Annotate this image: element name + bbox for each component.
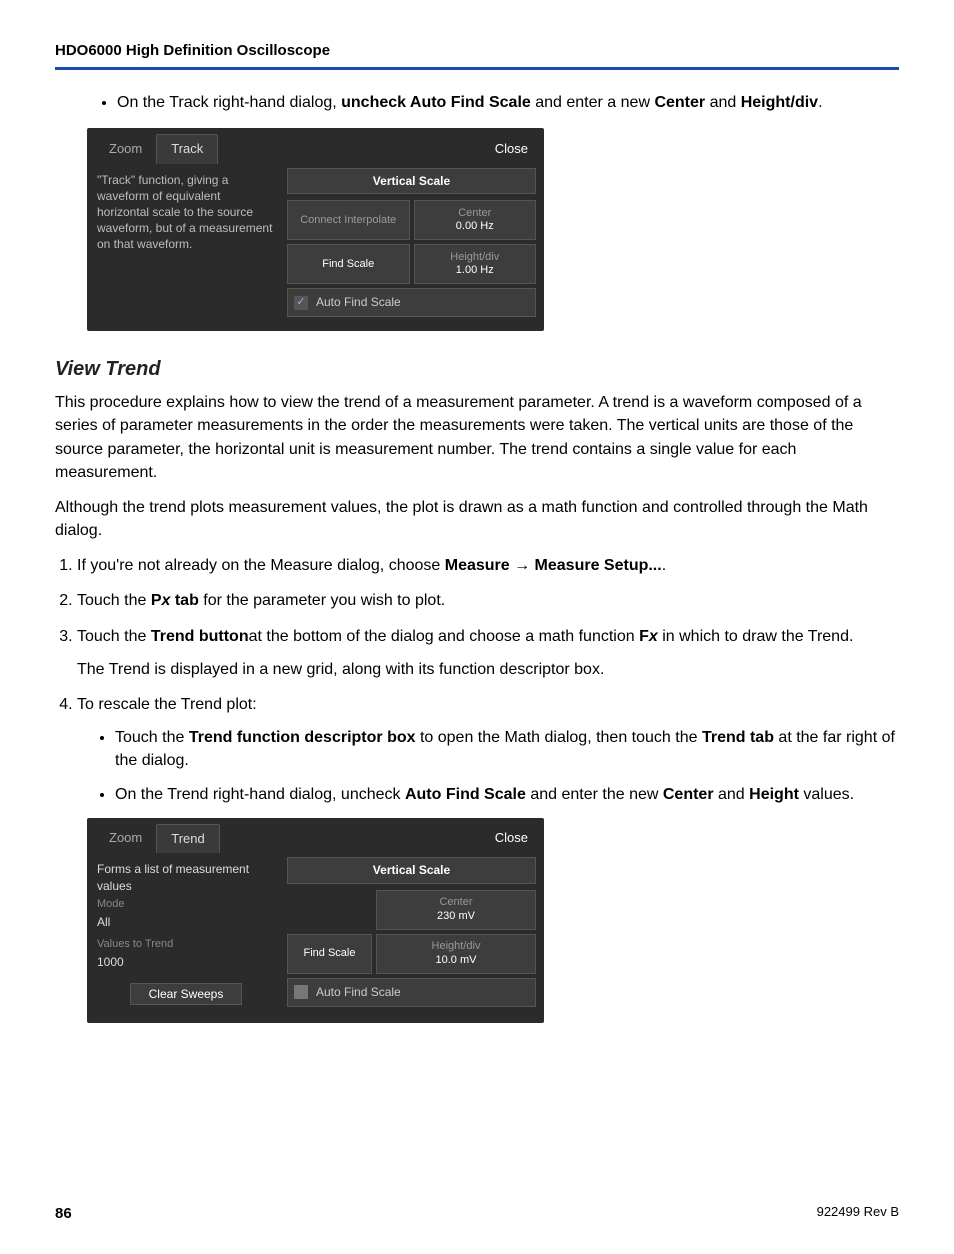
vertical-scale-header: Vertical Scale [287,857,536,884]
text: and [705,94,741,111]
step-4-bullets: Touch the Trend function descriptor box … [77,726,899,806]
step-4-bullet-1: Touch the Trend function descriptor box … [115,726,899,772]
text: If you're not already on the Measure dia… [77,557,445,574]
check-icon: ✓ [294,296,308,310]
text: . [662,557,666,574]
connect-interpolate-button[interactable]: Connect Interpolate [287,200,410,240]
text: and enter the new [526,786,663,803]
dialog-right-panel: Vertical Scale Find Scale Center 230 mV … [283,853,544,1013]
bold-text: P [151,592,162,609]
field-value: 1.00 Hz [417,264,534,278]
bold-text: Measure [445,557,510,574]
field-label: Height/div [379,940,533,954]
values-to-trend-value[interactable]: 1000 [97,954,275,971]
tab-track[interactable]: Track [156,134,218,163]
text: Touch the [115,729,189,746]
page-header-title: HDO6000 High Definition Oscilloscope [55,40,899,61]
track-dialog: Zoom Track Close "Track" function, givin… [87,128,544,331]
values-to-trend-label: Values to Trend [97,937,275,952]
text: Touch the [77,628,151,645]
bold-text: Height/div [741,94,818,111]
paragraph: Although the trend plots measurement val… [55,496,899,542]
step-4-bullet-2: On the Trend right-hand dialog, uncheck … [115,783,899,806]
text: at the bottom of the dialog and choose a… [249,628,639,645]
mode-value[interactable]: All [97,914,275,931]
paragraph: This procedure explains how to view the … [55,391,899,484]
step-1: If you're not already on the Measure dia… [77,554,899,577]
step-3-sub: The Trend is displayed in a new grid, al… [77,658,899,681]
tab-zoom[interactable]: Zoom [95,824,156,852]
bold-text: tab [170,592,198,609]
bold-text: Auto Find Scale [405,786,526,803]
text: and [714,786,750,803]
close-button[interactable]: Close [487,136,536,162]
bold-text: Trend tab [702,729,774,746]
dialog-description: Forms a list of measurement values [97,861,275,895]
text: in which to draw the Trend. [658,628,854,645]
step-3: Touch the Trend buttonat the bottom of t… [77,625,899,681]
arrow-icon: → [510,557,535,574]
find-scale-button[interactable]: Find Scale [287,934,372,974]
field-label: Center [417,207,534,221]
field-value: 0.00 Hz [417,220,534,234]
bold-italic-text: x [649,628,658,645]
page-footer: 86 922499 Rev B [55,1203,899,1224]
text: . [818,94,822,111]
doc-revision: 922499 Rev B [817,1203,899,1224]
bold-text: Height [749,786,799,803]
text: for the parameter you wish to plot. [199,592,445,609]
field-label: Height/div [417,251,534,265]
intro-bullet-list: On the Track right-hand dialog, uncheck … [55,92,899,114]
center-field[interactable]: Center 0.00 Hz [414,200,537,240]
mode-label: Mode [97,897,275,912]
step-2: Touch the Px tab for the parameter you w… [77,589,899,612]
check-icon [294,985,308,999]
intro-bullet: On the Track right-hand dialog, uncheck … [117,92,899,114]
checkbox-label: Auto Find Scale [316,294,401,311]
dialog-tabs: Zoom Track Close [87,128,544,163]
step-4: To rescale the Trend plot: Touch the Tre… [77,693,899,806]
text: To rescale the Trend plot: [77,696,257,713]
tab-zoom[interactable]: Zoom [95,135,156,163]
center-field[interactable]: Center 230 mV [376,890,536,930]
close-button[interactable]: Close [487,825,536,851]
page-number: 86 [55,1203,72,1224]
auto-find-scale-checkbox[interactable]: ✓ Auto Find Scale [287,288,536,317]
dialog-left-panel: Forms a list of measurement values Mode … [87,853,283,1013]
checkbox-label: Auto Find Scale [316,984,401,1001]
button-label: Connect Interpolate [290,214,407,228]
auto-find-scale-checkbox[interactable]: Auto Find Scale [287,978,536,1007]
dialog-left-panel: "Track" function, giving a waveform of e… [87,164,283,322]
tab-trend[interactable]: Trend [156,824,219,853]
text: Touch the [77,592,151,609]
button-label: Find Scale [290,947,369,961]
bold-text: Trend function descriptor box [189,729,416,746]
steps-list: If you're not already on the Measure dia… [55,554,899,806]
height-div-field[interactable]: Height/div 1.00 Hz [414,244,537,284]
bold-text: Trend button [151,628,249,645]
trend-dialog: Zoom Trend Close Forms a list of measure… [87,818,544,1024]
dialog-tabs: Zoom Trend Close [87,818,544,853]
find-scale-button[interactable]: Find Scale [287,244,410,284]
text: and enter a new [531,94,655,111]
field-label: Center [379,896,533,910]
text: On the Trend right-hand dialog, uncheck [115,786,405,803]
dialog-right-panel: Vertical Scale Connect Interpolate Cente… [283,164,544,322]
clear-sweeps-button[interactable]: Clear Sweeps [130,983,242,1005]
field-value: 10.0 mV [379,954,533,968]
text: On the Track right-hand dialog, [117,94,341,111]
text: values. [799,786,854,803]
vertical-scale-header: Vertical Scale [287,168,536,195]
bold-text: Center [663,786,714,803]
button-label: Find Scale [290,258,407,272]
bold-text: Measure Setup... [535,557,662,574]
text: to open the Math dialog, then touch the [416,729,702,746]
field-value: 230 mV [379,910,533,924]
bold-text: F [639,628,649,645]
bold-text: Center [654,94,705,111]
bold-text: uncheck Auto Find Scale [341,94,531,111]
height-div-field[interactable]: Height/div 10.0 mV [376,934,536,974]
header-rule [55,67,899,70]
section-title: View Trend [55,355,899,383]
